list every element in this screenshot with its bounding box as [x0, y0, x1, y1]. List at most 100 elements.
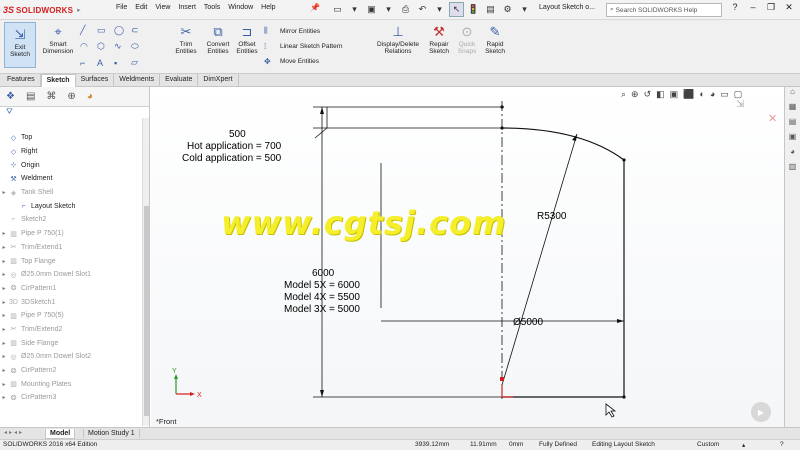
line-icon[interactable]: ╱	[80, 23, 97, 38]
tree-item[interactable]: ◇ Right	[0, 145, 142, 159]
expand-arrow-icon[interactable]: ▸	[0, 326, 8, 333]
tree-item[interactable]: ▸ ▥ Pipe P 750(1)	[0, 227, 142, 241]
restore-icon[interactable]: ❐	[764, 2, 778, 13]
rectangle-icon[interactable]: ▭	[97, 23, 114, 38]
save-icon[interactable]: ▣	[364, 2, 379, 17]
expand-arrow-icon[interactable]: ▸	[0, 299, 8, 306]
configuration-manager-tab-icon[interactable]: ⌘	[46, 91, 56, 102]
tree-item[interactable]: ▸ ▥ Side Flange	[0, 336, 142, 350]
graphics-area[interactable]: ⌕ ⊕ ↺ ◧ ▣ ⬛ ◐ ◕ ▭ ▢ 500 Hot application …	[151, 87, 784, 427]
options-gear-icon[interactable]: ⚙	[500, 2, 515, 17]
sketch-point[interactable]	[622, 158, 626, 162]
menu-insert[interactable]: Insert	[178, 4, 196, 11]
feature-manager-tab-icon[interactable]: ❖	[6, 91, 15, 102]
tree-item[interactable]: ▸ ❂ CirPattern1	[0, 282, 142, 296]
tab-model[interactable]: Model	[45, 429, 76, 439]
polygon-icon[interactable]: ⬡	[97, 39, 114, 54]
solidworks-logo[interactable]: 3S SOLIDWORKS ▸	[3, 3, 81, 17]
expand-arrow-icon[interactable]: ▸	[0, 394, 8, 401]
tab-dimxpert[interactable]: DimXpert	[198, 74, 239, 87]
tab-motion-study[interactable]: Motion Study 1	[83, 429, 140, 438]
rapid-sketch-button[interactable]: ✎ Rapid Sketch	[480, 22, 510, 56]
rebuild-icon[interactable]: 🚦	[466, 2, 481, 17]
play-icon[interactable]: ▶	[751, 402, 771, 422]
scrollbar-thumb[interactable]	[144, 206, 149, 416]
fillet-icon[interactable]: ⌐	[80, 55, 97, 70]
expand-arrow-icon[interactable]: ▸	[0, 340, 8, 347]
display-manager-tab-icon[interactable]: ◕	[87, 91, 93, 102]
print-icon[interactable]: ⎙	[398, 2, 413, 17]
resources-icon[interactable]: ⌂	[785, 87, 800, 102]
tree-item[interactable]: ⊹ Origin	[0, 158, 142, 172]
dim-height-value[interactable]: 6000	[312, 268, 335, 279]
tree-item[interactable]: ◇ Top	[0, 131, 142, 145]
tree-item[interactable]: ▸ ◈ Tank Shell	[0, 186, 142, 200]
exit-sketch-button[interactable]: ⇲ Exit Sketch	[4, 22, 36, 68]
tree-item[interactable]: ⌐ Sketch2	[0, 213, 142, 227]
tree-item[interactable]: ▸ ▥ Top Flange	[0, 254, 142, 268]
sketch-point[interactable]	[622, 395, 626, 399]
text-icon[interactable]: A	[97, 55, 114, 70]
chevron-down-icon[interactable]: ▾	[432, 2, 447, 17]
tree-item[interactable]: ▸ ✂ Trim/Extend1	[0, 241, 142, 255]
expand-arrow-icon[interactable]: ▸	[0, 244, 8, 251]
close-icon[interactable]: ✕	[782, 2, 796, 13]
chevron-down-icon[interactable]: ▾	[517, 2, 532, 17]
expand-arrow-icon[interactable]: ▸	[0, 271, 8, 278]
tree-item[interactable]: ▸ ▥ Pipe P 750(5)	[0, 309, 142, 323]
new-document-icon[interactable]: ▭	[330, 2, 345, 17]
smart-dimension-button[interactable]: ⌖ Smart Dimension	[38, 22, 78, 56]
menu-edit[interactable]: Edit	[135, 4, 147, 11]
tab-sketch[interactable]: Sketch	[40, 74, 76, 87]
plane-icon[interactable]: ▱	[131, 55, 148, 70]
appearances-icon[interactable]: ◕	[785, 147, 800, 162]
chevron-down-icon[interactable]: ▾	[381, 2, 396, 17]
note-model-3x[interactable]: Model 3X = 5000	[284, 304, 360, 315]
file-explorer-icon[interactable]: ▤	[785, 117, 800, 132]
move-entities-button[interactable]: ✥ Move Entities	[264, 57, 343, 66]
tree-item[interactable]: ▸ ❂ CirPattern2	[0, 364, 142, 378]
tree-item[interactable]: ⚒ Weldment	[0, 172, 142, 186]
menu-window[interactable]: Window	[228, 4, 253, 11]
quick-snaps-button[interactable]: ⊙ Quick Snaps	[454, 22, 480, 56]
dim-top-value[interactable]: 500	[229, 129, 246, 140]
view-palette-icon[interactable]: ▣	[785, 132, 800, 147]
spline-icon[interactable]: ∿	[114, 39, 131, 54]
tree-item[interactable]: ▸ ▥ Mounting Plates	[0, 377, 142, 391]
menu-help[interactable]: Help	[261, 4, 275, 11]
expand-arrow-icon[interactable]: ▸	[0, 258, 8, 265]
tree-item[interactable]: ▸ ✂ Trim/Extend2	[0, 323, 142, 337]
expand-arrow-icon[interactable]: ▸	[0, 230, 8, 237]
custom-properties-icon[interactable]: ▥	[785, 162, 800, 177]
undo-icon[interactable]: ↶	[415, 2, 430, 17]
menu-file[interactable]: File	[116, 4, 127, 11]
repair-sketch-button[interactable]: ⚒ Repair Sketch	[424, 22, 454, 56]
chevron-right-icon[interactable]: ▸	[77, 6, 81, 14]
property-manager-tab-icon[interactable]: ▤	[26, 91, 35, 102]
expand-arrow-icon[interactable]: ▸	[0, 312, 8, 319]
display-delete-relations-button[interactable]: ⊥ Display/Delete Relations	[372, 22, 424, 56]
ellipse-icon[interactable]: ⬭	[131, 39, 148, 54]
mirror-entities-button[interactable]: ⫼ Mirror Entities	[264, 26, 343, 36]
expand-arrow-icon[interactable]: ▸	[0, 381, 8, 388]
dim-radius-value[interactable]: R5300	[537, 211, 567, 222]
tree-scrollbar[interactable]	[142, 118, 149, 426]
tree-item[interactable]: ▸ 3D 3DSketch1	[0, 295, 142, 309]
tree-item[interactable]: ▸ ◎ Ø25.0mm Dowel Slot2	[0, 350, 142, 364]
trim-entities-button[interactable]: ✂ Trim Entities	[168, 22, 204, 56]
search-help-input[interactable]: ⌕ Search SOLIDWORKS Help	[606, 3, 722, 17]
expand-arrow-icon[interactable]: ▸	[0, 189, 8, 196]
pin-icon[interactable]: 📌	[310, 3, 320, 12]
note-hot-application[interactable]: Hot application = 700	[187, 141, 282, 152]
tab-scroll-arrows-icon[interactable]: ◂▸◂▸	[4, 429, 24, 436]
status-units[interactable]: Custom	[697, 441, 719, 448]
tree-item[interactable]: ⌐ Layout Sketch	[0, 199, 142, 213]
filter-icon[interactable]: ⛛	[0, 107, 149, 118]
dimxpert-manager-tab-icon[interactable]: ⊕	[67, 91, 75, 102]
design-library-icon[interactable]: ▦	[785, 102, 800, 117]
sketch-point[interactable]	[500, 105, 504, 109]
minimize-icon[interactable]: –	[746, 2, 760, 13]
quick-tips-icon[interactable]: ?	[780, 441, 784, 448]
tab-weldments[interactable]: Weldments	[114, 74, 161, 87]
note-model-5x[interactable]: Model 5X = 6000	[284, 280, 360, 291]
